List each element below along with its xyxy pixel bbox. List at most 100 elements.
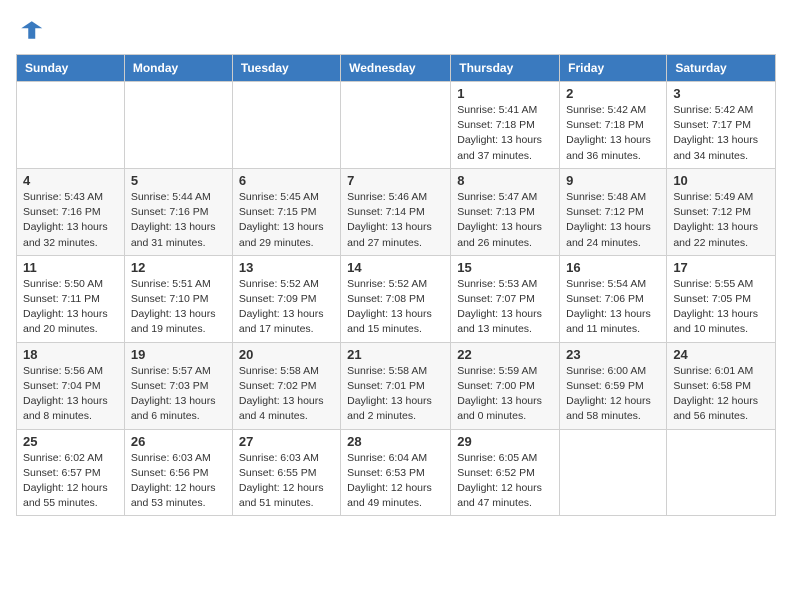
day-info: Sunrise: 5:53 AM Sunset: 7:07 PM Dayligh…	[457, 277, 553, 338]
calendar-cell: 1 Sunrise: 5:41 AM Sunset: 7:18 PM Daylig…	[451, 82, 560, 169]
day-number: 24	[673, 347, 769, 362]
col-header-thursday: Thursday	[451, 55, 560, 82]
calendar-cell: 16 Sunrise: 5:54 AM Sunset: 7:06 PM Dayli…	[560, 255, 667, 342]
page-header	[16, 16, 776, 44]
day-number: 25	[23, 434, 118, 449]
day-number: 13	[239, 260, 334, 275]
day-info: Sunrise: 5:58 AM Sunset: 7:01 PM Dayligh…	[347, 364, 444, 425]
day-info: Sunrise: 5:49 AM Sunset: 7:12 PM Dayligh…	[673, 190, 769, 251]
logo-icon	[16, 16, 44, 44]
calendar-cell: 11 Sunrise: 5:50 AM Sunset: 7:11 PM Dayli…	[17, 255, 125, 342]
day-info: Sunrise: 5:44 AM Sunset: 7:16 PM Dayligh…	[131, 190, 226, 251]
calendar-cell	[341, 82, 451, 169]
day-info: Sunrise: 6:00 AM Sunset: 6:59 PM Dayligh…	[566, 364, 660, 425]
day-info: Sunrise: 5:42 AM Sunset: 7:18 PM Dayligh…	[566, 103, 660, 164]
calendar-cell: 27 Sunrise: 6:03 AM Sunset: 6:55 PM Dayli…	[232, 429, 340, 516]
day-number: 23	[566, 347, 660, 362]
day-info: Sunrise: 5:41 AM Sunset: 7:18 PM Dayligh…	[457, 103, 553, 164]
day-number: 21	[347, 347, 444, 362]
day-number: 18	[23, 347, 118, 362]
day-number: 8	[457, 173, 553, 188]
calendar-cell: 19 Sunrise: 5:57 AM Sunset: 7:03 PM Dayli…	[124, 342, 232, 429]
calendar-cell: 25 Sunrise: 6:02 AM Sunset: 6:57 PM Dayli…	[17, 429, 125, 516]
day-number: 2	[566, 86, 660, 101]
day-info: Sunrise: 5:46 AM Sunset: 7:14 PM Dayligh…	[347, 190, 444, 251]
col-header-tuesday: Tuesday	[232, 55, 340, 82]
calendar-cell: 21 Sunrise: 5:58 AM Sunset: 7:01 PM Dayli…	[341, 342, 451, 429]
col-header-sunday: Sunday	[17, 55, 125, 82]
day-number: 14	[347, 260, 444, 275]
day-info: Sunrise: 5:52 AM Sunset: 7:08 PM Dayligh…	[347, 277, 444, 338]
calendar-cell: 23 Sunrise: 6:00 AM Sunset: 6:59 PM Dayli…	[560, 342, 667, 429]
day-number: 19	[131, 347, 226, 362]
calendar-cell: 24 Sunrise: 6:01 AM Sunset: 6:58 PM Dayli…	[667, 342, 776, 429]
day-number: 28	[347, 434, 444, 449]
day-info: Sunrise: 5:57 AM Sunset: 7:03 PM Dayligh…	[131, 364, 226, 425]
logo	[16, 16, 48, 44]
calendar-cell: 28 Sunrise: 6:04 AM Sunset: 6:53 PM Dayli…	[341, 429, 451, 516]
day-number: 6	[239, 173, 334, 188]
calendar-cell: 20 Sunrise: 5:58 AM Sunset: 7:02 PM Dayli…	[232, 342, 340, 429]
calendar-cell	[124, 82, 232, 169]
day-number: 22	[457, 347, 553, 362]
calendar-cell: 22 Sunrise: 5:59 AM Sunset: 7:00 PM Dayli…	[451, 342, 560, 429]
col-header-saturday: Saturday	[667, 55, 776, 82]
day-info: Sunrise: 5:52 AM Sunset: 7:09 PM Dayligh…	[239, 277, 334, 338]
calendar-cell	[560, 429, 667, 516]
day-info: Sunrise: 5:50 AM Sunset: 7:11 PM Dayligh…	[23, 277, 118, 338]
col-header-friday: Friday	[560, 55, 667, 82]
day-info: Sunrise: 5:48 AM Sunset: 7:12 PM Dayligh…	[566, 190, 660, 251]
calendar-cell: 17 Sunrise: 5:55 AM Sunset: 7:05 PM Dayli…	[667, 255, 776, 342]
day-number: 12	[131, 260, 226, 275]
day-info: Sunrise: 6:04 AM Sunset: 6:53 PM Dayligh…	[347, 451, 444, 512]
day-info: Sunrise: 6:03 AM Sunset: 6:55 PM Dayligh…	[239, 451, 334, 512]
day-number: 16	[566, 260, 660, 275]
day-number: 17	[673, 260, 769, 275]
day-number: 20	[239, 347, 334, 362]
calendar-cell: 8 Sunrise: 5:47 AM Sunset: 7:13 PM Daylig…	[451, 168, 560, 255]
day-number: 3	[673, 86, 769, 101]
day-info: Sunrise: 5:45 AM Sunset: 7:15 PM Dayligh…	[239, 190, 334, 251]
calendar-cell: 5 Sunrise: 5:44 AM Sunset: 7:16 PM Daylig…	[124, 168, 232, 255]
calendar-cell: 7 Sunrise: 5:46 AM Sunset: 7:14 PM Daylig…	[341, 168, 451, 255]
calendar-cell: 29 Sunrise: 6:05 AM Sunset: 6:52 PM Dayli…	[451, 429, 560, 516]
day-info: Sunrise: 5:42 AM Sunset: 7:17 PM Dayligh…	[673, 103, 769, 164]
day-number: 4	[23, 173, 118, 188]
calendar-cell: 4 Sunrise: 5:43 AM Sunset: 7:16 PM Daylig…	[17, 168, 125, 255]
col-header-monday: Monday	[124, 55, 232, 82]
calendar-cell: 13 Sunrise: 5:52 AM Sunset: 7:09 PM Dayli…	[232, 255, 340, 342]
day-number: 29	[457, 434, 553, 449]
day-info: Sunrise: 6:05 AM Sunset: 6:52 PM Dayligh…	[457, 451, 553, 512]
day-info: Sunrise: 6:03 AM Sunset: 6:56 PM Dayligh…	[131, 451, 226, 512]
calendar-cell: 26 Sunrise: 6:03 AM Sunset: 6:56 PM Dayli…	[124, 429, 232, 516]
day-number: 5	[131, 173, 226, 188]
col-header-wednesday: Wednesday	[341, 55, 451, 82]
day-info: Sunrise: 5:43 AM Sunset: 7:16 PM Dayligh…	[23, 190, 118, 251]
day-number: 10	[673, 173, 769, 188]
day-number: 26	[131, 434, 226, 449]
day-number: 11	[23, 260, 118, 275]
day-info: Sunrise: 5:56 AM Sunset: 7:04 PM Dayligh…	[23, 364, 118, 425]
calendar-cell: 12Sunrise: 5:51 AM Sunset: 7:10 PM Dayli…	[124, 255, 232, 342]
calendar-table: SundayMondayTuesdayWednesdayThursdayFrid…	[16, 54, 776, 516]
day-info: Sunrise: 6:02 AM Sunset: 6:57 PM Dayligh…	[23, 451, 118, 512]
day-number: 7	[347, 173, 444, 188]
day-info: Sunrise: 5:55 AM Sunset: 7:05 PM Dayligh…	[673, 277, 769, 338]
day-info: Sunrise: 5:54 AM Sunset: 7:06 PM Dayligh…	[566, 277, 660, 338]
calendar-cell: 18 Sunrise: 5:56 AM Sunset: 7:04 PM Dayli…	[17, 342, 125, 429]
day-info: Sunrise: 5:59 AM Sunset: 7:00 PM Dayligh…	[457, 364, 553, 425]
day-number: 9	[566, 173, 660, 188]
day-info: Sunrise: 5:58 AM Sunset: 7:02 PM Dayligh…	[239, 364, 334, 425]
calendar-cell: 2 Sunrise: 5:42 AM Sunset: 7:18 PM Daylig…	[560, 82, 667, 169]
day-info: Sunrise: 5:47 AM Sunset: 7:13 PM Dayligh…	[457, 190, 553, 251]
calendar-cell: 14 Sunrise: 5:52 AM Sunset: 7:08 PM Dayli…	[341, 255, 451, 342]
calendar-cell	[17, 82, 125, 169]
day-number: 27	[239, 434, 334, 449]
calendar-cell: 3 Sunrise: 5:42 AM Sunset: 7:17 PM Daylig…	[667, 82, 776, 169]
day-info: Sunrise: 6:01 AM Sunset: 6:58 PM Dayligh…	[673, 364, 769, 425]
day-number: 1	[457, 86, 553, 101]
day-number: 15	[457, 260, 553, 275]
calendar-cell: 6 Sunrise: 5:45 AM Sunset: 7:15 PM Daylig…	[232, 168, 340, 255]
calendar-cell: 15 Sunrise: 5:53 AM Sunset: 7:07 PM Dayli…	[451, 255, 560, 342]
calendar-cell: 9 Sunrise: 5:48 AM Sunset: 7:12 PM Daylig…	[560, 168, 667, 255]
